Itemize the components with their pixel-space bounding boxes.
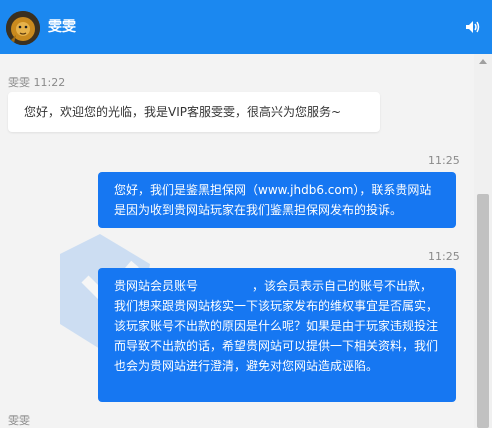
- message-time: 11:25: [428, 154, 460, 167]
- scroll-up-arrow-icon[interactable]: [479, 59, 487, 64]
- redacted-account: [198, 279, 253, 294]
- speaker-icon[interactable]: [464, 18, 482, 36]
- next-sender-label: 雯雯: [8, 414, 30, 427]
- scrollbar-thumb[interactable]: [477, 194, 489, 428]
- chat-header: 雯雯: [0, 0, 492, 54]
- incoming-sender-time: 雯雯 11:22: [8, 76, 66, 89]
- scrollbar[interactable]: [474, 54, 492, 428]
- outgoing-message-bubble: 您好，我们是鉴黑担保网（www.jhdb6.com），联系贵网站是因为收到贵网站…: [98, 172, 456, 228]
- incoming-message-bubble: 您好，欢迎您的光临，我是VIP客服雯雯，很高兴为您服务~: [8, 92, 380, 132]
- message-text-part: ，该会员表示自己的账号不出款，我们想来跟贵网站核实一下该玩家发布的维权事宜是否属…: [114, 279, 439, 373]
- message-time: 11:25: [428, 250, 460, 263]
- message-text-part: 贵网站会员账号: [114, 279, 199, 293]
- chat-area: 雯雯 11:22 您好，欢迎您的光临，我是VIP客服雯雯，很高兴为您服务~ 11…: [0, 54, 474, 428]
- lion-avatar-icon: [6, 11, 40, 45]
- agent-name: 雯雯: [48, 19, 76, 35]
- outgoing-message-bubble: 贵网站会员账号 ，该会员表示自己的账号不出款，我们想来跟贵网站核实一下该玩家发布的…: [98, 268, 456, 402]
